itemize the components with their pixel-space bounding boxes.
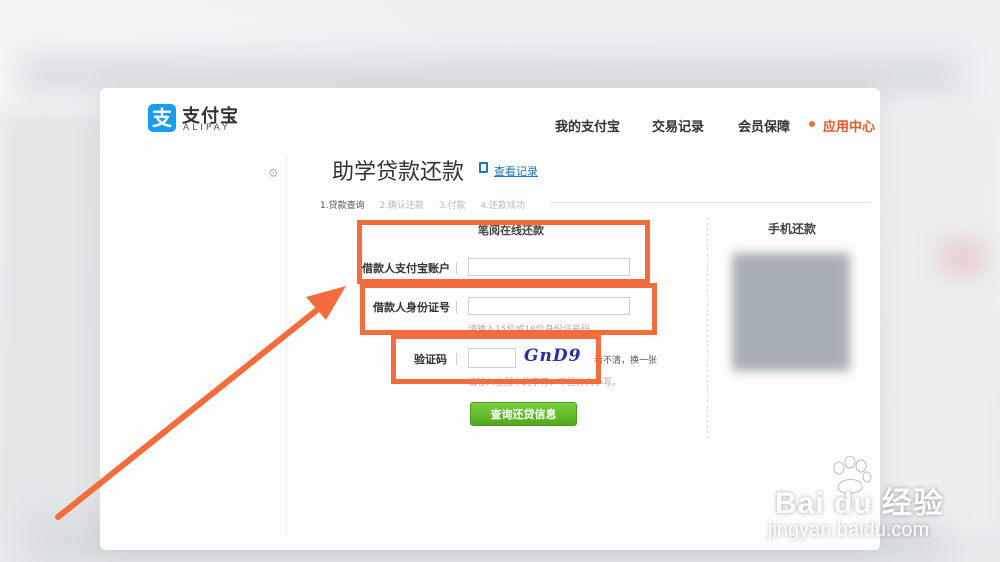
baidu-watermark-brand: Bai du 经验 — [774, 487, 944, 520]
baidu-watermark-url: jingyan.baidu.com — [768, 519, 930, 541]
